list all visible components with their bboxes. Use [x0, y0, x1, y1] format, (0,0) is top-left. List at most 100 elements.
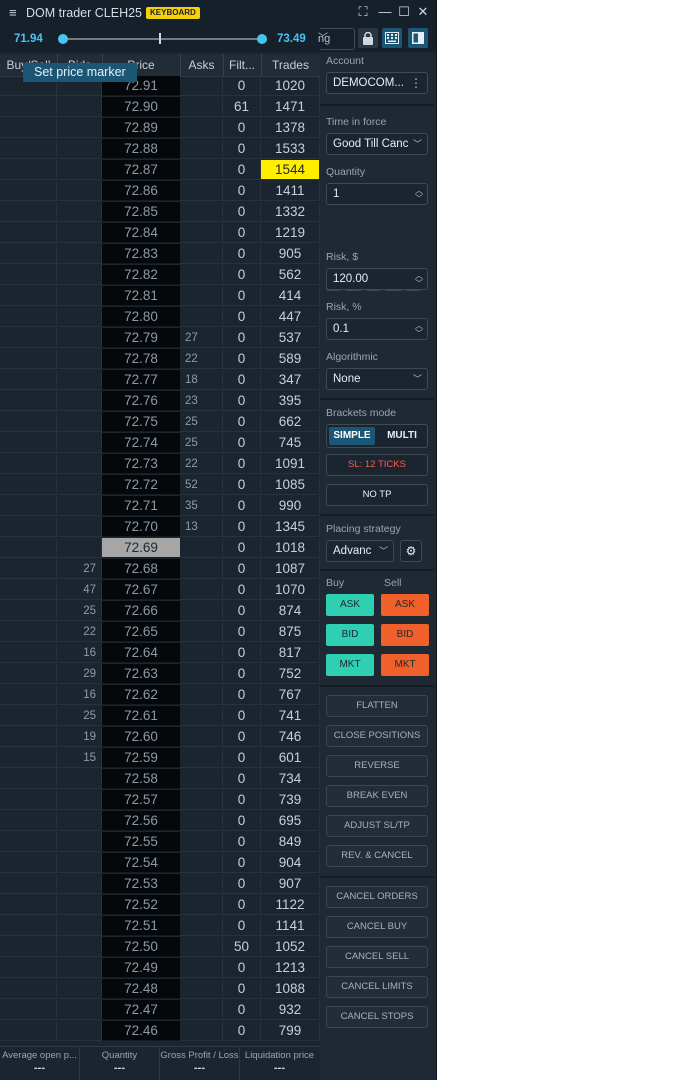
filtered-cell[interactable]: 0 [223, 895, 261, 915]
bid-size-cell[interactable] [57, 370, 102, 390]
ask-size-cell[interactable]: 22 [180, 454, 223, 474]
trades-cell[interactable]: 907 [261, 874, 320, 894]
filtered-cell[interactable]: 0 [223, 265, 261, 285]
cancel-buy-button[interactable]: CANCEL BUY [326, 916, 428, 938]
close-icon[interactable]: ✕ [416, 5, 430, 19]
bid-size-cell[interactable] [57, 244, 102, 264]
filtered-cell[interactable]: 0 [223, 748, 261, 768]
ask-size-cell[interactable] [180, 265, 223, 285]
buy-sell-cell[interactable] [0, 580, 57, 600]
filtered-cell[interactable]: 0 [223, 958, 261, 978]
bid-size-cell[interactable] [57, 1021, 102, 1041]
buy-sell-cell[interactable] [0, 433, 57, 453]
bid-size-cell[interactable] [57, 832, 102, 852]
take-profit-button[interactable]: NO TP [326, 484, 428, 506]
ask-size-cell[interactable] [180, 790, 223, 810]
filtered-cell[interactable]: 0 [223, 853, 261, 873]
chevron-down-icon[interactable]: ﹀ [415, 330, 423, 338]
buy-sell-cell[interactable] [0, 769, 57, 789]
trades-cell[interactable]: 1544 [261, 160, 320, 180]
trades-cell[interactable]: 739 [261, 790, 320, 810]
trades-cell[interactable]: 347 [261, 370, 320, 390]
header-trades[interactable]: Trades [261, 54, 320, 76]
trades-cell[interactable]: 990 [261, 496, 320, 516]
buy-sell-cell[interactable] [0, 958, 57, 978]
buy-sell-cell[interactable] [0, 979, 57, 999]
price-cell[interactable]: 72.90 [102, 97, 180, 117]
ask-size-cell[interactable] [180, 706, 223, 726]
bid-size-cell[interactable]: 22 [57, 622, 102, 642]
bid-size-cell[interactable] [57, 433, 102, 453]
trades-cell[interactable]: 746 [261, 727, 320, 747]
filtered-cell[interactable]: 0 [223, 916, 261, 936]
trades-cell[interactable]: 414 [261, 286, 320, 306]
price-cell[interactable]: 72.66 [102, 601, 180, 621]
bid-size-cell[interactable]: 27 [57, 559, 102, 579]
trades-cell[interactable]: 874 [261, 601, 320, 621]
bid-size-cell[interactable] [57, 1000, 102, 1020]
filtered-cell[interactable]: 0 [223, 1021, 261, 1041]
buy-sell-cell[interactable] [0, 181, 57, 201]
buy-ask-button[interactable]: ASK [326, 594, 374, 616]
trades-cell[interactable]: 745 [261, 433, 320, 453]
bid-size-cell[interactable] [57, 538, 102, 558]
buy-sell-cell[interactable] [0, 916, 57, 936]
keyboard-icon[interactable] [382, 28, 402, 48]
bid-size-cell[interactable]: 16 [57, 643, 102, 663]
hamburger-icon[interactable]: ≡ [9, 6, 19, 20]
filtered-cell[interactable]: 0 [223, 727, 261, 747]
buy-sell-cell[interactable] [0, 937, 57, 957]
bid-size-cell[interactable] [57, 790, 102, 810]
account-selector[interactable]: DEMOCOM... ⋮ [326, 72, 428, 94]
sell-market-button[interactable]: MKT [381, 654, 429, 676]
quantity-stepper[interactable]: 1 ︿ ﹀ [326, 183, 428, 205]
ask-size-cell[interactable] [180, 643, 223, 663]
buy-sell-cell[interactable] [0, 370, 57, 390]
filtered-cell[interactable]: 0 [223, 307, 261, 327]
buy-sell-cell[interactable] [0, 412, 57, 432]
trades-cell[interactable]: 741 [261, 706, 320, 726]
cancel-sell-button[interactable]: CANCEL SELL [326, 946, 428, 968]
price-cell[interactable]: 72.46 [102, 1021, 180, 1041]
price-cell[interactable]: 72.70 [102, 517, 180, 537]
bid-size-cell[interactable] [57, 937, 102, 957]
trades-cell[interactable]: 1020 [261, 76, 320, 96]
buy-sell-cell[interactable] [0, 244, 57, 264]
buy-sell-cell[interactable] [0, 328, 57, 348]
ask-size-cell[interactable] [180, 979, 223, 999]
ask-size-cell[interactable] [180, 748, 223, 768]
filtered-cell[interactable]: 0 [223, 979, 261, 999]
filtered-cell[interactable]: 0 [223, 874, 261, 894]
buy-sell-cell[interactable] [0, 811, 57, 831]
filtered-cell[interactable]: 0 [223, 391, 261, 411]
bid-size-cell[interactable] [57, 853, 102, 873]
filtered-cell[interactable]: 0 [223, 664, 261, 684]
chevron-down-icon[interactable]: ﹀ [415, 280, 423, 288]
algorithmic-dropdown[interactable]: None ﹀ [326, 368, 428, 390]
buy-sell-cell[interactable] [0, 97, 57, 117]
trades-cell[interactable]: 395 [261, 391, 320, 411]
ask-size-cell[interactable] [180, 202, 223, 222]
ask-size-cell[interactable] [180, 853, 223, 873]
bid-size-cell[interactable] [57, 391, 102, 411]
price-cell[interactable]: 72.87 [102, 160, 180, 180]
price-cell[interactable]: 72.61 [102, 706, 180, 726]
bid-size-cell[interactable]: 25 [57, 601, 102, 621]
buy-sell-cell[interactable] [0, 601, 57, 621]
price-cell[interactable]: 72.52 [102, 895, 180, 915]
risk-usd-stepper[interactable]: 120.00 ︿ ﹀ [326, 268, 428, 290]
bid-size-cell[interactable] [57, 181, 102, 201]
trades-cell[interactable]: 1091 [261, 454, 320, 474]
bid-size-cell[interactable]: 47 [57, 580, 102, 600]
ask-size-cell[interactable] [180, 118, 223, 138]
price-cell[interactable]: 72.71 [102, 496, 180, 516]
ask-size-cell[interactable] [180, 664, 223, 684]
trades-cell[interactable]: 1141 [261, 916, 320, 936]
price-cell[interactable]: 72.73 [102, 454, 180, 474]
filtered-cell[interactable]: 0 [223, 580, 261, 600]
ask-size-cell[interactable]: 18 [180, 370, 223, 390]
filtered-cell[interactable]: 0 [223, 811, 261, 831]
reverse-and-cancel-button[interactable]: REV. & CANCEL [326, 845, 428, 867]
header-filtered[interactable]: Filt... [223, 54, 261, 76]
price-cell[interactable]: 72.49 [102, 958, 180, 978]
